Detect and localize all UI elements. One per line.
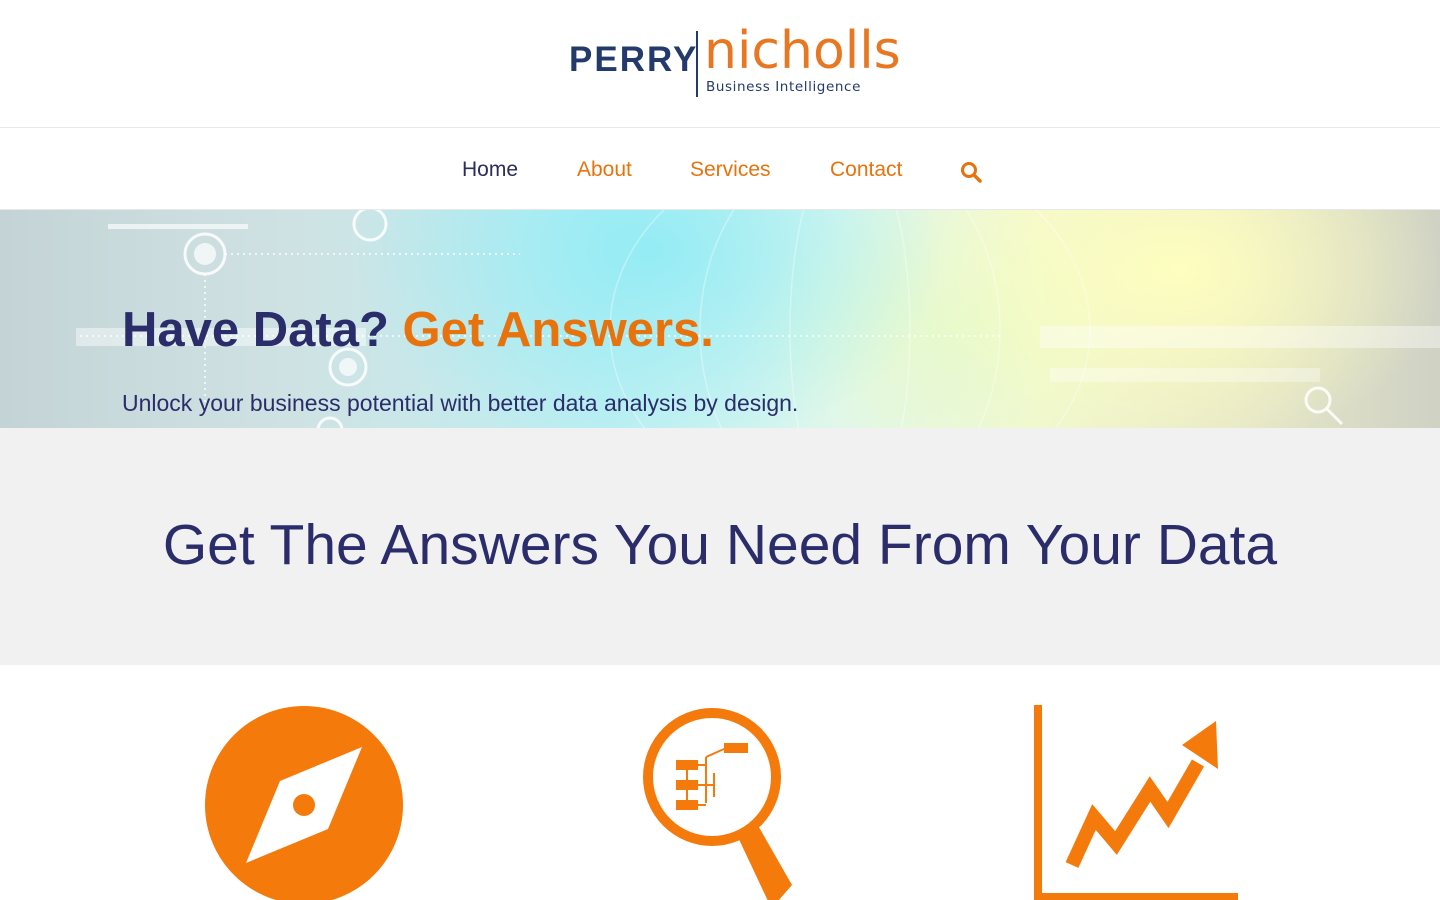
logo-divider — [696, 31, 698, 97]
main-nav: Home About Services Contact — [0, 129, 1440, 210]
hero-banner: Have Data? Get Answers. Unlock your busi… — [0, 210, 1440, 428]
site-logo[interactable]: PERRY nicholls Business Intelligence — [566, 21, 901, 98]
compass-icon — [205, 706, 403, 900]
hero-title: Have Data? Get Answers. — [122, 302, 714, 358]
intro-section: Get The Answers You Need From Your Data — [0, 428, 1440, 665]
logo-name-secondary: nicholls — [704, 21, 901, 81]
hero-title-accent: Get Answers. — [402, 303, 714, 357]
search-icon[interactable] — [959, 160, 983, 184]
nav-item-about[interactable]: About — [577, 158, 632, 182]
intro-heading: Get The Answers You Need From Your Data — [162, 513, 1278, 577]
logo-tagline: Business Intelligence — [706, 79, 861, 95]
growth-chart-icon — [1034, 705, 1238, 900]
features-section — [0, 665, 1440, 900]
logo-name-primary: PERRY — [569, 40, 699, 79]
nav-item-contact[interactable]: Contact — [830, 158, 902, 182]
hero-subtitle: Unlock your business potential with bett… — [122, 390, 799, 416]
site-header: PERRY nicholls Business Intelligence — [0, 0, 1440, 128]
nav-item-services[interactable]: Services — [690, 158, 771, 182]
magnifier-flowchart-icon — [643, 708, 792, 900]
nav-item-home[interactable]: Home — [462, 158, 518, 182]
hero-title-prefix: Have Data? — [122, 303, 389, 357]
